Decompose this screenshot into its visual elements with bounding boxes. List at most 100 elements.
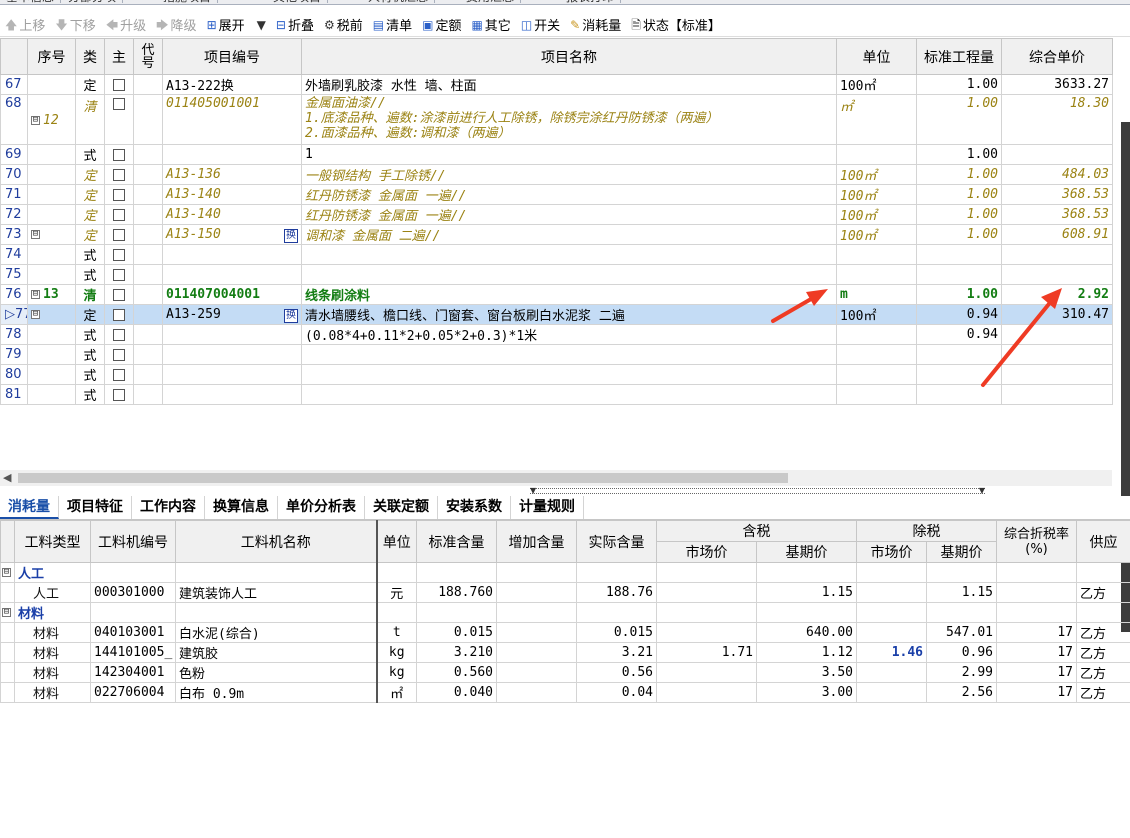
item-row[interactable]: 79 式 bbox=[0, 344, 1113, 365]
row-number[interactable]: 78 bbox=[0, 324, 28, 345]
item-row[interactable]: 69 式 1 1.00 bbox=[0, 144, 1113, 165]
material-name[interactable]: 白布 0.9m bbox=[175, 682, 378, 703]
main-checkbox[interactable] bbox=[113, 228, 125, 241]
horizontal-scrollbar[interactable]: ◀ bbox=[0, 470, 1112, 486]
item-unit[interactable] bbox=[836, 344, 917, 365]
item-code[interactable] bbox=[162, 364, 302, 385]
material-type[interactable]: 材料 bbox=[14, 622, 91, 643]
supply-party[interactable]: 乙方 bbox=[1076, 682, 1130, 703]
detail-tab[interactable]: 换算信息 bbox=[205, 496, 278, 519]
item-quantity[interactable] bbox=[916, 364, 1002, 385]
item-unit-price[interactable]: 310.47 bbox=[1001, 304, 1113, 325]
col-header-tax-rate[interactable]: 综合折税率(%) bbox=[996, 520, 1077, 563]
item-row[interactable]: 71 定 A13-140 红丹防锈漆 金属面 一遍//100㎡ 1.00 368.53 bbox=[0, 184, 1113, 205]
material-unit[interactable]: ㎡ bbox=[376, 682, 417, 703]
item-name[interactable] bbox=[301, 344, 837, 365]
item-code[interactable]: A13-140 bbox=[162, 184, 302, 205]
material-unit[interactable]: kg bbox=[376, 642, 417, 663]
main-checkbox-cell[interactable] bbox=[104, 344, 134, 365]
item-name[interactable]: 金属面油漆//1.底漆品种、遍数:涂漆前进行人工除锈，除锈完涂红丹防锈漆（两遍）… bbox=[301, 94, 837, 145]
std-amount[interactable]: 3.210 bbox=[416, 642, 497, 663]
market-price[interactable] bbox=[656, 682, 757, 703]
material-code[interactable]: 142304001 bbox=[90, 662, 176, 683]
main-checkbox-cell[interactable] bbox=[104, 204, 134, 225]
main-checkbox-cell[interactable] bbox=[104, 144, 134, 165]
top-tab[interactable]: 报表打印 bbox=[560, 0, 622, 3]
detail-tab[interactable]: 安装系数 bbox=[438, 496, 511, 519]
item-quantity[interactable]: 0.94 bbox=[916, 324, 1002, 345]
main-checkbox[interactable] bbox=[113, 348, 125, 361]
item-quantity[interactable]: 1.00 bbox=[916, 94, 1002, 145]
item-type[interactable]: 式 bbox=[75, 324, 105, 345]
item-name[interactable]: 一般钢结构 手工除锈// bbox=[301, 164, 837, 185]
tax-rate[interactable]: 17 bbox=[996, 622, 1077, 643]
item-type[interactable]: 定 bbox=[75, 184, 105, 205]
col-header-main[interactable]: 主 bbox=[104, 38, 134, 75]
col-header-name[interactable]: 项目名称 bbox=[301, 38, 837, 75]
row-number[interactable]: 68 bbox=[0, 94, 28, 145]
main-checkbox[interactable] bbox=[113, 168, 125, 181]
col-header-alias[interactable]: 代号 bbox=[133, 38, 163, 75]
conversion-badge-icon[interactable]: 换 bbox=[284, 228, 298, 243]
top-tab[interactable]: 人材机汇总 bbox=[362, 0, 436, 3]
collapse-button[interactable]: ⊟ 折叠 bbox=[271, 14, 319, 36]
item-seq[interactable] bbox=[27, 204, 76, 225]
item-seq[interactable] bbox=[27, 344, 76, 365]
item-code[interactable]: 011407004001 bbox=[162, 284, 302, 305]
item-unit-price[interactable]: 484.03 bbox=[1001, 164, 1113, 185]
item-code[interactable]: A13-150 换 bbox=[162, 224, 302, 245]
main-checkbox[interactable] bbox=[113, 268, 125, 281]
main-checkbox-cell[interactable] bbox=[104, 324, 134, 345]
detail-tab[interactable]: 关联定额 bbox=[365, 496, 438, 519]
item-unit-price[interactable] bbox=[1001, 264, 1113, 285]
col-header-actual-amount[interactable]: 实际含量 bbox=[576, 520, 657, 563]
std-amount[interactable]: 0.040 bbox=[416, 682, 497, 703]
material-group-row[interactable]: ⊟ 材料 bbox=[0, 602, 1130, 623]
main-checkbox-cell[interactable] bbox=[104, 364, 134, 385]
supply-party[interactable]: 乙方 bbox=[1076, 582, 1130, 603]
item-code[interactable]: A13-136 bbox=[162, 164, 302, 185]
supply-party[interactable]: 乙方 bbox=[1076, 642, 1130, 663]
item-row[interactable]: 78 式 (0.08*4+0.11*2+0.05*2+0.3)*1米 0.94 bbox=[0, 324, 1113, 345]
col-header-material-code[interactable]: 工料机编号 bbox=[90, 520, 176, 563]
item-row[interactable]: ▷77⊟ 定 A13-259 换清水墙腰线、檐口线、门窗套、窗台板刷白水泥浆 二遍10… bbox=[0, 304, 1113, 325]
main-checkbox[interactable] bbox=[113, 97, 125, 110]
main-checkbox[interactable] bbox=[113, 78, 125, 91]
item-quantity[interactable]: 0.94 bbox=[916, 304, 1002, 325]
item-alias[interactable] bbox=[133, 164, 163, 185]
item-row[interactable]: 73 ⊟ 定 A13-150 换调和漆 金属面 二遍//100㎡ 1.00 608.91 bbox=[0, 224, 1113, 245]
item-unit[interactable] bbox=[836, 324, 917, 345]
base-price-ex-tax[interactable]: 0.96 bbox=[926, 642, 997, 663]
item-unit[interactable]: 100㎡ bbox=[836, 204, 917, 225]
item-name[interactable]: (0.08*4+0.11*2+0.05*2+0.3)*1米 bbox=[301, 324, 837, 345]
main-checkbox-cell[interactable] bbox=[104, 74, 134, 95]
base-price[interactable]: 3.50 bbox=[756, 662, 857, 683]
move-down-button[interactable]: 🡇 下移 bbox=[50, 14, 100, 36]
item-alias[interactable] bbox=[133, 324, 163, 345]
item-quantity[interactable] bbox=[916, 384, 1002, 405]
item-row[interactable]: 75 式 bbox=[0, 264, 1113, 285]
switch-button[interactable]: ◫ 开关 bbox=[516, 14, 565, 36]
base-price[interactable]: 1.12 bbox=[756, 642, 857, 663]
col-header-unit[interactable]: 单位 bbox=[836, 38, 917, 75]
main-checkbox-cell[interactable] bbox=[104, 244, 134, 265]
main-checkbox[interactable] bbox=[113, 148, 125, 161]
item-unit[interactable]: 100㎡ bbox=[836, 304, 917, 325]
market-price[interactable] bbox=[656, 622, 757, 643]
item-quantity[interactable]: 1.00 bbox=[916, 74, 1002, 95]
main-checkbox-cell[interactable] bbox=[104, 224, 134, 245]
bill-button[interactable]: ▤ 清单 bbox=[368, 14, 417, 36]
material-group-row[interactable]: ⊟ 人工 bbox=[0, 562, 1130, 583]
material-code[interactable]: 022706004 bbox=[90, 682, 176, 703]
top-tab[interactable]: 费用汇总 bbox=[460, 0, 522, 3]
add-amount[interactable] bbox=[496, 682, 577, 703]
main-checkbox-cell[interactable] bbox=[104, 94, 134, 145]
main-checkbox-cell[interactable] bbox=[104, 164, 134, 185]
market-price-ex-tax[interactable] bbox=[856, 622, 927, 643]
demote-button[interactable]: 🡆 降级 bbox=[151, 14, 201, 36]
top-tab[interactable]: 分部分项 bbox=[62, 0, 124, 3]
item-type[interactable]: 式 bbox=[75, 384, 105, 405]
item-seq[interactable]: ⊟ bbox=[27, 304, 76, 325]
item-seq[interactable] bbox=[27, 324, 76, 345]
row-number[interactable]: 67 bbox=[0, 74, 28, 95]
